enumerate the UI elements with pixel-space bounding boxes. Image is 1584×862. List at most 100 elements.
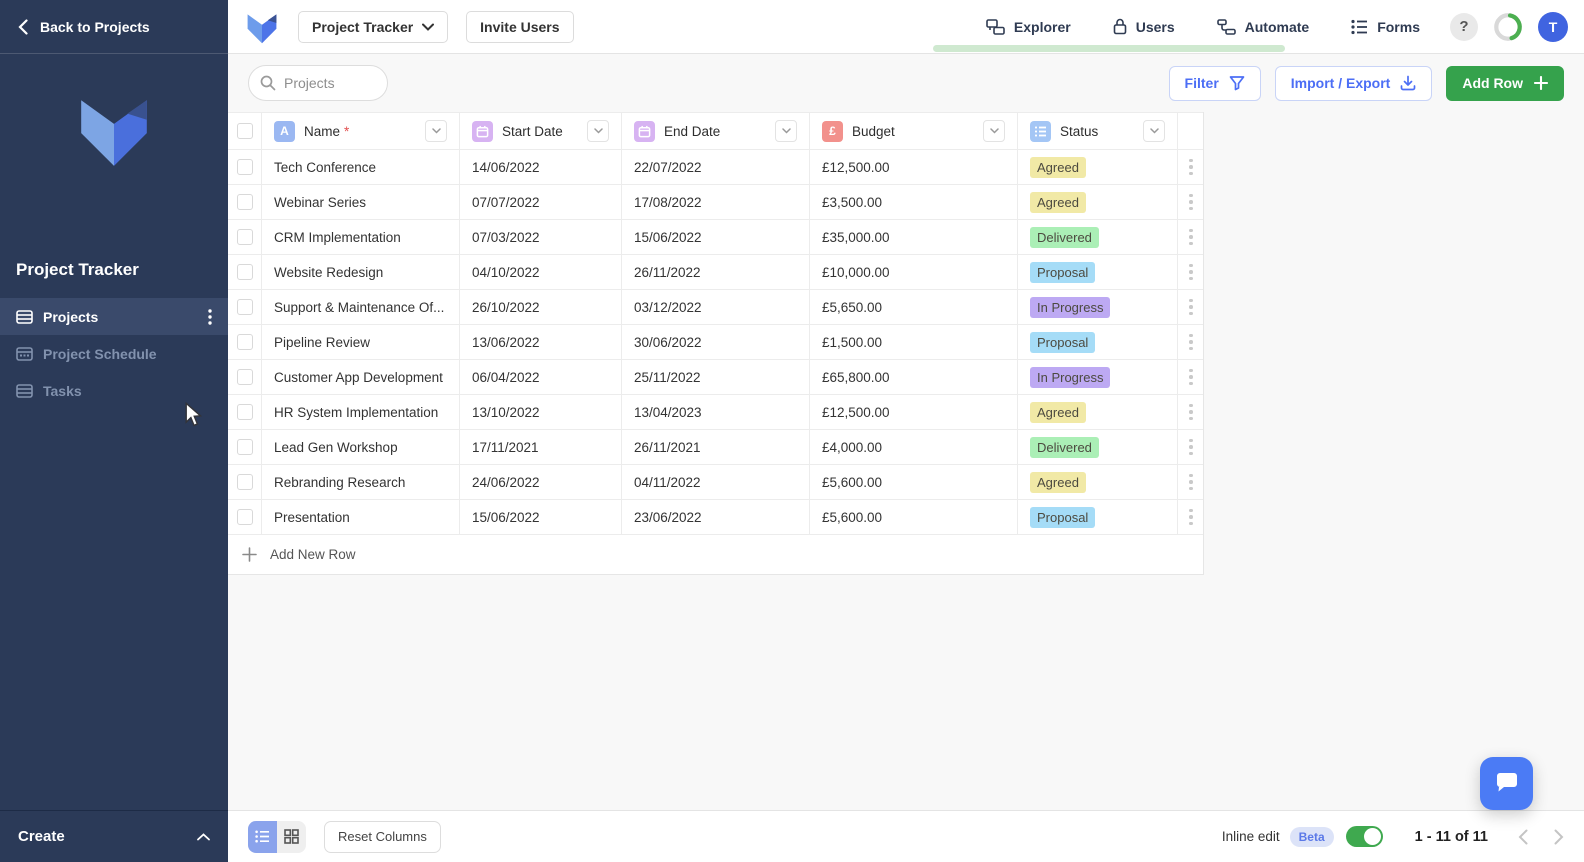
cell-budget[interactable]: £4,000.00 (810, 430, 1018, 464)
invite-users-button[interactable]: Invite Users (466, 10, 574, 43)
table-row[interactable]: Tech Conference 14/06/2022 22/07/2022 £1… (228, 150, 1203, 185)
cell-end-date[interactable]: 15/06/2022 (622, 220, 810, 254)
select-all-checkbox[interactable] (236, 123, 253, 139)
cell-start-date[interactable]: 14/06/2022 (460, 150, 622, 184)
table-row[interactable]: Website Redesign 04/10/2022 26/11/2022 £… (228, 255, 1203, 290)
kebab-menu-icon[interactable] (208, 308, 212, 325)
row-drag-handle[interactable] (1178, 395, 1204, 429)
cell-name[interactable]: Customer App Development (262, 360, 460, 394)
cell-start-date[interactable]: 04/10/2022 (460, 255, 622, 289)
row-checkbox[interactable] (236, 474, 253, 490)
row-drag-handle[interactable] (1178, 465, 1204, 499)
cell-name[interactable]: Tech Conference (262, 150, 460, 184)
cell-status[interactable]: In Progress (1018, 290, 1178, 324)
table-row[interactable]: Customer App Development 06/04/2022 25/1… (228, 360, 1203, 395)
nav-users[interactable]: Users (1113, 18, 1175, 35)
cell-start-date[interactable]: 17/11/2021 (460, 430, 622, 464)
cell-status[interactable]: Proposal (1018, 500, 1178, 534)
cell-name[interactable]: Lead Gen Workshop (262, 430, 460, 464)
cell-end-date[interactable]: 17/08/2022 (622, 185, 810, 219)
import-export-button[interactable]: Import / Export (1274, 65, 1433, 101)
table-row[interactable]: HR System Implementation 13/10/2022 13/0… (228, 395, 1203, 430)
column-header-budget[interactable]: £ Budget (810, 113, 1018, 149)
cell-status[interactable]: Proposal (1018, 255, 1178, 289)
add-new-row-button[interactable]: Add New Row (228, 535, 1204, 575)
cell-budget[interactable]: £1,500.00 (810, 325, 1018, 359)
table-row[interactable]: Rebranding Research 24/06/2022 04/11/202… (228, 465, 1203, 500)
cell-start-date[interactable]: 13/06/2022 (460, 325, 622, 359)
table-row[interactable]: Lead Gen Workshop 17/11/2021 26/11/2021 … (228, 430, 1203, 465)
table-row[interactable]: Presentation 15/06/2022 23/06/2022 £5,60… (228, 500, 1203, 535)
nav-explorer[interactable]: Explorer (986, 19, 1071, 35)
row-drag-handle[interactable] (1178, 185, 1204, 219)
cell-status[interactable]: Delivered (1018, 220, 1178, 254)
cell-start-date[interactable]: 13/10/2022 (460, 395, 622, 429)
column-menu-button[interactable] (983, 120, 1005, 142)
row-checkbox[interactable] (236, 264, 253, 280)
row-drag-handle[interactable] (1178, 255, 1204, 289)
row-checkbox[interactable] (236, 439, 253, 455)
cell-start-date[interactable]: 26/10/2022 (460, 290, 622, 324)
cell-name[interactable]: Pipeline Review (262, 325, 460, 359)
cell-start-date[interactable]: 06/04/2022 (460, 360, 622, 394)
cell-budget[interactable]: £12,500.00 (810, 150, 1018, 184)
cell-budget[interactable]: £12,500.00 (810, 395, 1018, 429)
cell-end-date[interactable]: 26/11/2022 (622, 255, 810, 289)
nav-forms[interactable]: Forms (1351, 19, 1420, 35)
avatar[interactable]: T (1538, 11, 1568, 42)
app-logo[interactable] (244, 9, 280, 45)
filter-button[interactable]: Filter (1168, 65, 1261, 101)
inline-edit-toggle[interactable] (1345, 826, 1383, 847)
column-menu-button[interactable] (425, 120, 447, 142)
cell-start-date[interactable]: 15/06/2022 (460, 500, 622, 534)
previous-page-button[interactable] (1518, 829, 1528, 845)
row-drag-handle[interactable] (1178, 325, 1204, 359)
row-drag-handle[interactable] (1178, 290, 1204, 324)
nav-automate[interactable]: Automate (1216, 19, 1309, 35)
row-drag-handle[interactable] (1178, 430, 1204, 464)
cell-name[interactable]: Rebranding Research (262, 465, 460, 499)
cell-end-date[interactable]: 25/11/2022 (622, 360, 810, 394)
cell-end-date[interactable]: 26/11/2021 (622, 430, 810, 464)
cell-budget[interactable]: £65,800.00 (810, 360, 1018, 394)
cell-name[interactable]: Support & Maintenance Of... (262, 290, 460, 324)
cell-status[interactable]: Agreed (1018, 465, 1178, 499)
column-header-status[interactable]: Status (1018, 113, 1178, 149)
row-checkbox[interactable] (236, 404, 253, 420)
cell-budget[interactable]: £5,600.00 (810, 500, 1018, 534)
cell-budget[interactable]: £5,650.00 (810, 290, 1018, 324)
row-drag-handle[interactable] (1178, 150, 1204, 184)
row-checkbox[interactable] (236, 194, 253, 210)
list-view-button[interactable] (248, 820, 277, 853)
cell-end-date[interactable]: 23/06/2022 (622, 500, 810, 534)
cell-name[interactable]: CRM Implementation (262, 220, 460, 254)
add-row-button[interactable]: Add Row (1446, 65, 1564, 101)
column-menu-button[interactable] (1143, 120, 1165, 142)
cell-end-date[interactable]: 04/11/2022 (622, 465, 810, 499)
chat-button[interactable] (1480, 757, 1533, 810)
column-header-end-date[interactable]: End Date (622, 113, 810, 149)
workspace-dropdown-button[interactable]: Project Tracker (298, 10, 449, 43)
cell-end-date[interactable]: 30/06/2022 (622, 325, 810, 359)
search-input[interactable] (284, 75, 374, 91)
cell-status[interactable]: Agreed (1018, 395, 1178, 429)
table-row[interactable]: Pipeline Review 13/06/2022 30/06/2022 £1… (228, 325, 1203, 360)
row-drag-handle[interactable] (1178, 220, 1204, 254)
table-row[interactable]: Support & Maintenance Of... 26/10/2022 0… (228, 290, 1203, 325)
create-button[interactable]: Create (0, 810, 228, 862)
row-checkbox[interactable] (236, 299, 253, 315)
sidebar-item-tasks[interactable]: Tasks (0, 372, 228, 409)
search-box[interactable] (248, 65, 388, 101)
cell-status[interactable]: Agreed (1018, 150, 1178, 184)
column-header-name[interactable]: A Name * (262, 113, 460, 149)
sidebar-item-project-schedule[interactable]: Project Schedule (0, 335, 228, 372)
cell-name[interactable]: Webinar Series (262, 185, 460, 219)
row-checkbox[interactable] (236, 159, 253, 175)
cell-name[interactable]: Website Redesign (262, 255, 460, 289)
cell-start-date[interactable]: 24/06/2022 (460, 465, 622, 499)
row-checkbox[interactable] (236, 509, 253, 525)
cell-end-date[interactable]: 13/04/2023 (622, 395, 810, 429)
row-checkbox[interactable] (236, 334, 253, 350)
cell-budget[interactable]: £10,000.00 (810, 255, 1018, 289)
grid-view-button[interactable] (277, 821, 306, 853)
